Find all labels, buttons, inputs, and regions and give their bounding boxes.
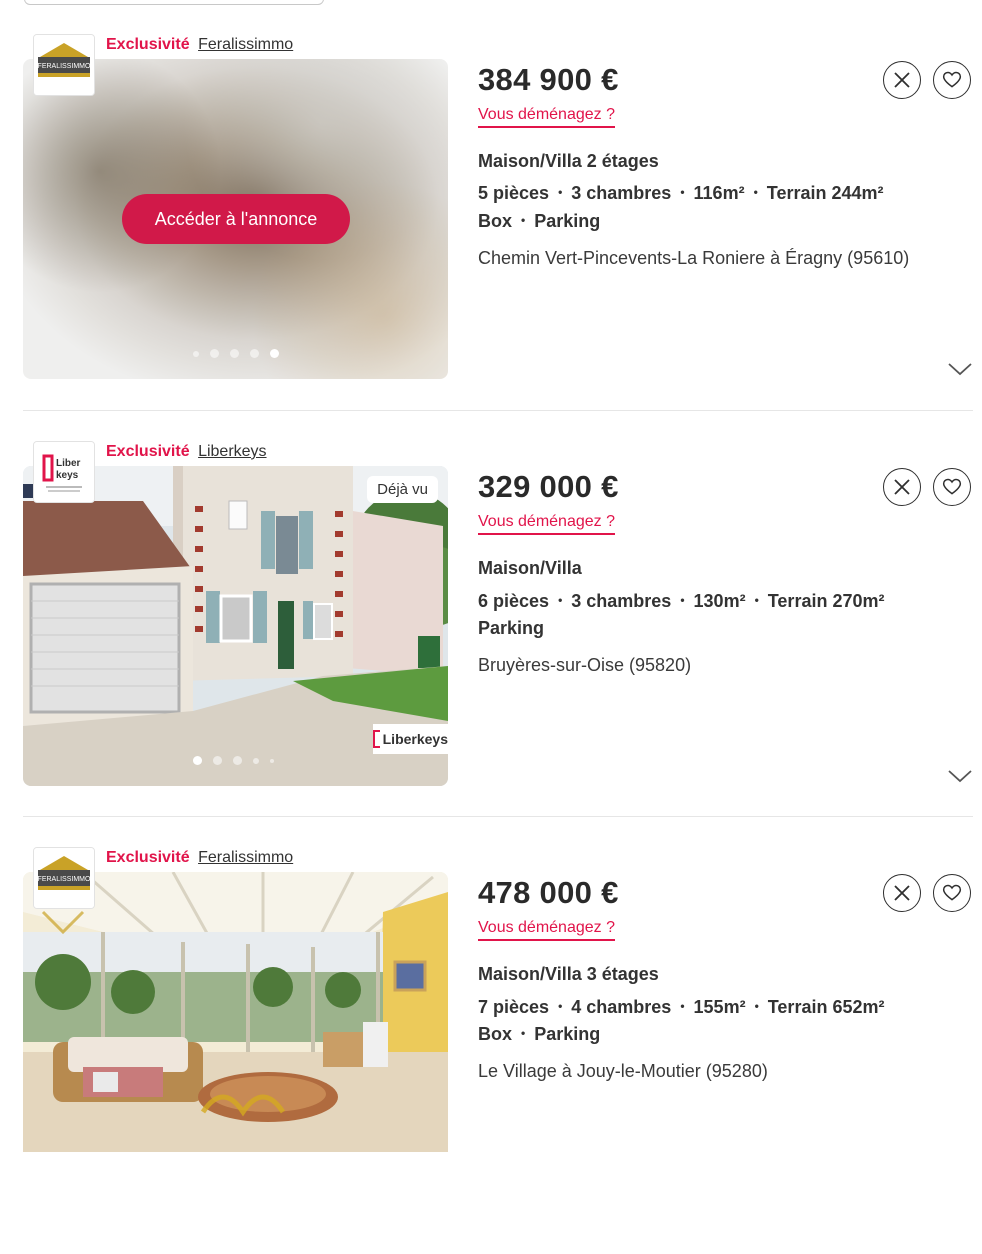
feature-area: 116m² xyxy=(693,183,745,203)
listing-divider xyxy=(23,410,973,411)
features-line: Parking xyxy=(478,618,544,639)
photo-brand-tag: Liberkeys xyxy=(373,724,448,754)
carousel-dot-active[interactable] xyxy=(270,349,279,358)
feature-area: 130m² xyxy=(693,591,746,611)
feature-land: Terrain 652m² xyxy=(767,997,885,1017)
listing-photo[interactable]: Déjà vu Liberkeys xyxy=(23,466,448,786)
feature-parking: Parking xyxy=(534,211,601,231)
svg-text:keys: keys xyxy=(56,470,79,481)
listing-card[interactable]: FERALISSIMMO Exclusivité Feralissimmo Ac… xyxy=(0,34,982,441)
agency-link[interactable]: Liberkeys xyxy=(198,443,266,460)
carousel-dot[interactable] xyxy=(193,350,199,357)
listing-card[interactable]: FERALISSIMMO Exclusivité Feralissimmo 47… xyxy=(0,847,982,1254)
heart-icon xyxy=(942,884,962,901)
features-line: 5 pièces • 3 chambres • 116m² • Terrain 244m² xyxy=(478,183,884,203)
feature-rooms: 5 pièces xyxy=(478,183,550,203)
listing-location: Le Village à Jouy-le-Moutier (95280) xyxy=(478,1061,768,1081)
moving-link[interactable]: Vous déménagez ? xyxy=(478,513,615,535)
feature-land: Terrain 244m² xyxy=(766,183,884,203)
seen-badge: Déjà vu xyxy=(367,476,438,503)
features-line: Box • Parking xyxy=(478,1024,601,1044)
carousel-dot[interactable] xyxy=(210,349,219,358)
agency-row: Exclusivité Liberkeys xyxy=(106,443,267,461)
listing-divider xyxy=(23,816,973,817)
feature-bedrooms: 3 chambres xyxy=(571,591,672,611)
agency-logo[interactable]: FERALISSIMMO xyxy=(33,34,95,96)
feature-area: 155m² xyxy=(693,997,746,1017)
favorite-button[interactable] xyxy=(933,874,971,912)
feature-bedrooms: 4 chambres xyxy=(571,997,672,1017)
listing-price: 478 000 € xyxy=(478,875,619,910)
feature-rooms: 7 pièces xyxy=(478,997,550,1017)
property-type: Maison/Villa 2 étages xyxy=(478,151,659,171)
carousel-dot-active[interactable] xyxy=(193,756,202,765)
hide-listing-button[interactable] xyxy=(883,61,921,99)
exclusivity-badge: Exclusivité xyxy=(106,849,190,866)
property-type: Maison/Villa xyxy=(478,558,582,578)
feature-box: Box xyxy=(478,1024,513,1044)
feature-land: Terrain 270m² xyxy=(767,591,885,611)
search-filter-box[interactable] xyxy=(24,0,324,5)
close-icon xyxy=(894,885,910,901)
listing-price: 384 900 € xyxy=(478,62,619,97)
listing-photo[interactable] xyxy=(23,872,448,1152)
feature-bedrooms: 3 chambres xyxy=(571,183,672,203)
features-line: 7 pièces • 4 chambres • 155m² • Terrain 652m² xyxy=(478,997,885,1017)
favorite-button[interactable] xyxy=(933,468,971,506)
moving-link[interactable]: Vous déménagez ? xyxy=(478,919,615,941)
carousel-dot[interactable] xyxy=(250,349,259,358)
hide-listing-button[interactable] xyxy=(883,468,921,506)
agency-logo-text: FERALISSIMMO xyxy=(38,63,91,70)
listing-photo[interactable]: Accéder à l'annonce xyxy=(23,59,448,379)
features-line: 6 pièces • 3 chambres • 130m² • Terrain 270m² xyxy=(478,591,885,611)
carousel-dot[interactable] xyxy=(270,758,274,763)
feature-parking: Parking xyxy=(534,1024,601,1044)
photo-carousel-dots xyxy=(193,756,274,765)
listing-card[interactable]: Liber keys Exclusivité Liberkeys Déjà vu… xyxy=(0,441,982,848)
listing-price: 329 000 € xyxy=(478,469,619,504)
close-icon xyxy=(894,479,910,495)
feature-rooms: 6 pièces xyxy=(478,591,550,611)
feature-parking: Parking xyxy=(478,618,545,638)
agency-link[interactable]: Feralissimmo xyxy=(198,849,293,866)
feature-box: Box xyxy=(478,211,513,231)
photo-carousel-dots xyxy=(193,349,279,358)
listing-location: Chemin Vert-Pincevents-La Roniere à Érag… xyxy=(478,248,910,268)
heart-icon xyxy=(942,478,962,495)
hide-listing-button[interactable] xyxy=(883,874,921,912)
close-icon xyxy=(894,72,910,88)
property-type: Maison/Villa 3 étages xyxy=(478,964,659,984)
exclusivity-badge: Exclusivité xyxy=(106,443,190,460)
moving-link[interactable]: Vous déménagez ? xyxy=(478,106,615,128)
svg-text:Liber: Liber xyxy=(56,458,81,469)
agency-logo[interactable]: FERALISSIMMO xyxy=(33,847,95,909)
carousel-dot[interactable] xyxy=(253,757,259,764)
agency-link[interactable]: Feralissimmo xyxy=(198,36,293,53)
chevron-down-icon[interactable] xyxy=(946,360,974,378)
exclusivity-badge: Exclusivité xyxy=(106,36,190,53)
agency-row: Exclusivité Feralissimmo xyxy=(106,36,293,54)
heart-icon xyxy=(942,71,962,88)
view-listing-button[interactable]: Accéder à l'annonce xyxy=(122,194,350,244)
agency-logo-text: FERALISSIMMO xyxy=(38,876,91,883)
carousel-dot[interactable] xyxy=(233,756,242,765)
features-line: Box • Parking xyxy=(478,211,601,231)
chevron-down-icon[interactable] xyxy=(946,767,974,785)
agency-row: Exclusivité Feralissimmo xyxy=(106,849,293,867)
agency-logo[interactable]: Liber keys xyxy=(33,441,95,503)
carousel-dot[interactable] xyxy=(213,756,222,765)
listing-location: Bruyères-sur-Oise (95820) xyxy=(478,655,692,675)
favorite-button[interactable] xyxy=(933,61,971,99)
carousel-dot[interactable] xyxy=(230,349,239,358)
photo-brand-text: Liberkeys xyxy=(382,731,448,747)
